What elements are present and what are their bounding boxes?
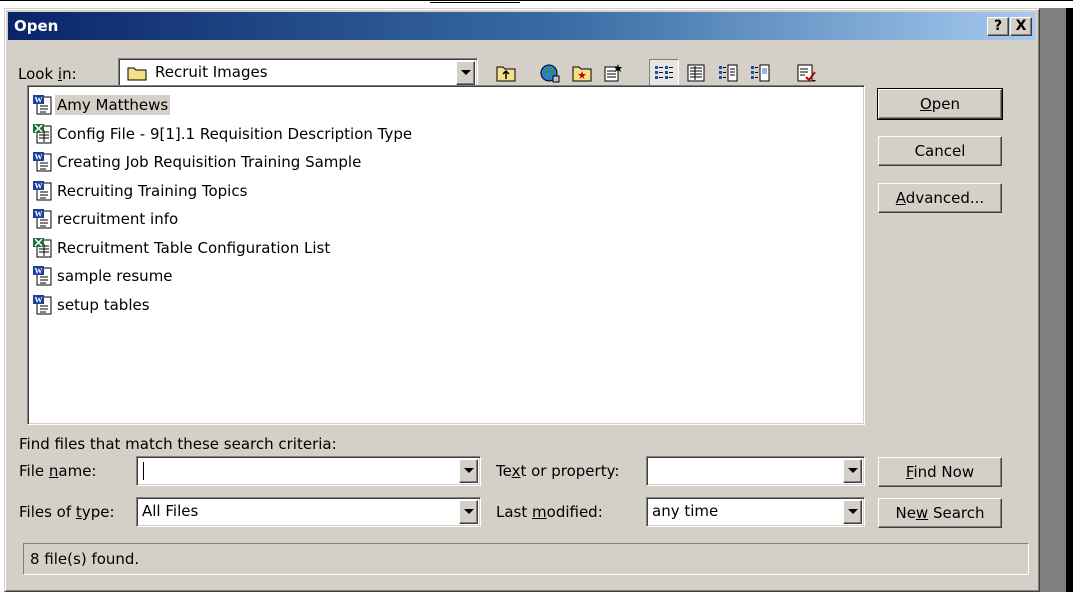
files-of-type-label: Files of type:: [19, 503, 115, 521]
files-of-type-dropdown-arrow[interactable]: [459, 500, 478, 524]
file-name-dropdown-arrow[interactable]: [459, 459, 478, 483]
file-list-item[interactable]: W Recruiting Training Topics: [32, 178, 249, 204]
help-button[interactable]: ?: [987, 17, 1009, 36]
word-document-icon: W: [32, 94, 54, 116]
file-name: Config File - 9[1].1 Requisition Descrip…: [57, 124, 413, 143]
spreadsheet-document-icon: [32, 237, 54, 259]
text-cursor: [143, 462, 144, 480]
file-name-label: File name:: [19, 462, 97, 480]
last-modified-label: Last modified:: [496, 503, 603, 521]
search-web-button[interactable]: [535, 59, 565, 87]
svg-text:W: W: [35, 153, 43, 162]
svg-text:W: W: [35, 210, 43, 219]
spreadsheet-document-icon: [32, 123, 54, 145]
file-list-item[interactable]: W Creating Job Requisition Training Sampl…: [32, 149, 363, 175]
up-folder-icon: [496, 66, 516, 82]
details-view-icon: [687, 64, 705, 82]
status-bar: 8 file(s) found.: [23, 543, 1029, 575]
preview-view-icon: [751, 64, 770, 82]
list-view-button[interactable]: [649, 59, 679, 87]
look-in-value: Recruit Images: [155, 63, 268, 81]
new-folder-button[interactable]: [567, 59, 597, 87]
search-web-icon: [540, 64, 560, 83]
new-folder-icon: [572, 66, 592, 82]
window-title: Open: [14, 17, 59, 35]
file-list-item[interactable]: Recruitment Table Configuration List: [32, 235, 332, 261]
up-folder-button[interactable]: [491, 59, 521, 87]
file-name: setup tables: [57, 295, 150, 314]
look-in-combo[interactable]: Recruit Images: [118, 58, 478, 88]
details-view-button[interactable]: [681, 59, 711, 87]
file-name: Amy Matthews: [55, 95, 171, 115]
cancel-button[interactable]: Cancel: [878, 136, 1002, 166]
word-document-icon: W: [32, 294, 54, 316]
favorites-button[interactable]: [599, 59, 629, 87]
file-list-item[interactable]: Wsetup tables: [32, 292, 152, 318]
file-name: recruitment info: [57, 210, 179, 228]
commands-icon: [797, 64, 816, 82]
svg-text:W: W: [35, 267, 43, 276]
file-name: Recruiting Training Topics: [57, 181, 248, 200]
preview-view-button[interactable]: [745, 59, 775, 87]
file-list-item[interactable]: W Amy Matthews: [32, 92, 171, 118]
svg-text:W: W: [35, 181, 43, 190]
file-list[interactable]: W Amy Matthews Config File - 9[1].1 Requis…: [27, 85, 865, 425]
close-icon: X: [1015, 18, 1027, 34]
file-list-item[interactable]: Wrecruitment info: [32, 206, 180, 232]
word-document-icon: W: [32, 151, 54, 173]
find-now-button[interactable]: Find Now: [878, 457, 1002, 487]
list-view-icon: [655, 66, 673, 79]
advanced-button[interactable]: Advanced...: [878, 183, 1002, 213]
file-name: Recruitment Table Configuration List: [57, 238, 331, 257]
background-strip: [0, 0, 1073, 8]
svg-text:W: W: [35, 295, 43, 304]
look-in-dropdown-arrow[interactable]: [456, 61, 475, 85]
last-modified-value: any time: [652, 502, 719, 520]
word-document-icon: W: [32, 265, 54, 287]
properties-view-icon: [719, 64, 738, 82]
last-modified-combo[interactable]: any time: [646, 497, 865, 527]
text-property-combo[interactable]: [646, 456, 865, 486]
file-name-combo[interactable]: [136, 456, 481, 486]
word-document-icon: W: [32, 208, 54, 230]
file-name: sample resume: [57, 267, 173, 285]
properties-view-button[interactable]: [713, 59, 743, 87]
new-search-button[interactable]: New Search: [878, 498, 1002, 528]
close-button[interactable]: X: [1010, 17, 1032, 36]
look-in-label: Look in:: [18, 65, 77, 83]
file-list-item[interactable]: Config File - 9[1].1 Requisition Descrip…: [32, 121, 414, 147]
title-bar[interactable]: Open ? X: [8, 12, 1035, 40]
status-text: 8 file(s) found.: [30, 550, 140, 568]
text-property-dropdown-arrow[interactable]: [843, 459, 862, 483]
commands-button[interactable]: [791, 59, 821, 87]
favorites-icon: [604, 64, 622, 82]
folder-icon: [127, 67, 147, 81]
file-name: Creating Job Requisition Training Sample: [57, 153, 362, 171]
file-list-item[interactable]: Wsample resume: [32, 263, 175, 289]
last-modified-dropdown-arrow[interactable]: [843, 500, 862, 524]
text-property-label: Text or property:: [496, 462, 620, 480]
search-criteria-heading: Find files that match these search crite…: [19, 435, 337, 453]
open-dialog: Open ? X Look in: Recruit Images W Amy M…: [4, 8, 1040, 592]
files-of-type-combo[interactable]: All Files: [136, 497, 481, 527]
files-of-type-value: All Files: [142, 502, 199, 520]
word-document-icon: W: [32, 180, 54, 202]
open-button[interactable]: Open: [877, 88, 1003, 120]
svg-text:W: W: [35, 96, 43, 105]
background-edge: [1066, 8, 1073, 592]
